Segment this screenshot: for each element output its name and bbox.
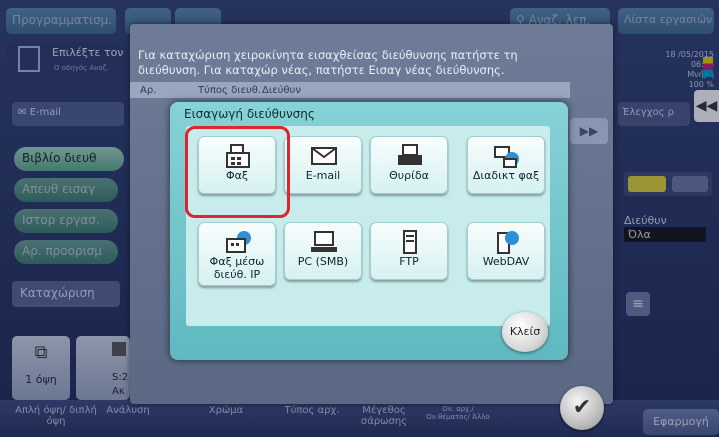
checkmark-icon: ✔ — [572, 395, 592, 420]
email-tile[interactable]: E-mail — [284, 136, 362, 194]
email-label: E-mail — [305, 169, 341, 182]
column-number: Αρ. — [140, 85, 157, 96]
message-line-2: διεύθυνση. Για καταχώρ νέας, πατήστε Εισ… — [138, 63, 505, 77]
message-line-1: Για καταχώριση χειροκίνητα εισαχθείσας δ… — [138, 48, 518, 62]
ok-button[interactable]: ✔ — [560, 386, 604, 430]
dialog-title: Εισαγωγή διεύθυνσης — [184, 107, 315, 121]
envelope-icon — [311, 147, 337, 165]
ftp-tile[interactable]: FTP — [370, 222, 448, 280]
internet-fax-label: Διαδικτ φαξ — [472, 169, 540, 182]
ftp-label: FTP — [399, 255, 419, 268]
webdav-tile[interactable]: WebDAV — [467, 222, 545, 280]
message-text: Για καταχώριση χειροκίνητα εισαχθείσας δ… — [138, 48, 578, 78]
next-page-button[interactable]: ▶▶ — [570, 118, 608, 144]
pc-smb-label: PC (SMB) — [297, 255, 349, 268]
server-icon — [403, 230, 417, 254]
ip-fax-label: Φαξ μέσω διεύθ. IP — [209, 255, 265, 281]
close-button[interactable]: Κλείσ — [502, 312, 548, 352]
webdav-label: WebDAV — [482, 255, 530, 268]
double-chevron-right-icon: ▶▶ — [579, 124, 599, 138]
internet-fax-icon — [494, 146, 519, 168]
ip-fax-icon — [226, 231, 251, 253]
box-label: Θυρίδα — [389, 169, 429, 182]
box-tile[interactable]: Θυρίδα — [370, 136, 448, 194]
column-address-type: Τύπος διευθ. — [198, 85, 262, 96]
pc-smb-tile[interactable]: PC (SMB) — [284, 222, 362, 280]
column-address: Διεύθυν — [262, 85, 301, 96]
web-server-icon — [497, 231, 519, 254]
internet-fax-tile[interactable]: Διαδικτ φαξ — [467, 136, 545, 194]
copier-screen: Προγραμματισμ. ⚲ Αναζ. λεπ. Λίστα εργασι… — [0, 0, 719, 437]
fax-highlight-callout — [185, 126, 290, 218]
ip-fax-tile[interactable]: Φαξ μέσω διεύθ. IP — [198, 222, 276, 286]
laptop-icon — [311, 231, 337, 252]
mailbox-tray-icon — [398, 144, 422, 165]
column-header-strip — [130, 82, 570, 98]
